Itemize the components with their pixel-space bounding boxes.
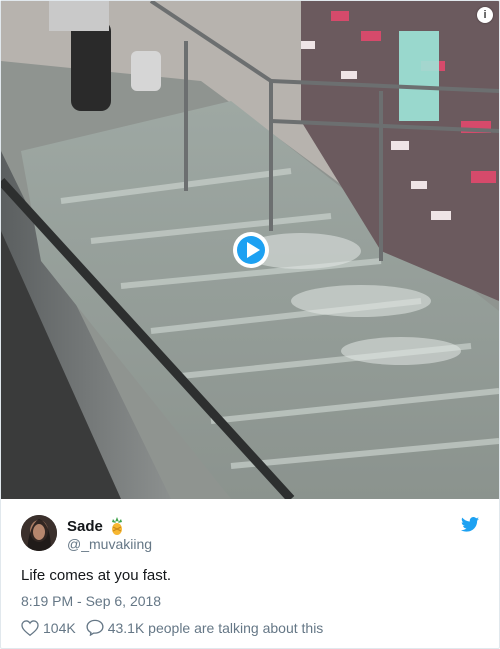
- play-icon[interactable]: [231, 230, 271, 270]
- speech-bubble-icon: [86, 619, 104, 636]
- heart-icon: [21, 619, 39, 636]
- tweet-actions: 104K 43.1K people are talking about this: [21, 619, 333, 636]
- reply-button[interactable]: 43.1K people are talking about this: [86, 619, 324, 636]
- video-player[interactable]: i: [1, 1, 499, 499]
- avatar[interactable]: [21, 515, 57, 551]
- handle[interactable]: @_muvakiing: [67, 536, 152, 552]
- like-button[interactable]: 104K: [21, 620, 76, 636]
- display-name[interactable]: Sade: [67, 518, 103, 535]
- talking-about-label: 43.1K people are talking about this: [107, 619, 324, 636]
- twitter-bird-icon[interactable]: [461, 517, 479, 532]
- tweet-body: Sade @_muvakiing Life comes at you fast.…: [1, 499, 499, 648]
- info-icon[interactable]: i: [477, 7, 493, 23]
- pineapple-icon: [111, 517, 122, 535]
- embedded-tweet: i Sade @_muvakiing Life comes at you fas…: [0, 0, 500, 649]
- timestamp[interactable]: 8:19 PM - Sep 6, 2018: [21, 593, 161, 609]
- like-count: 104K: [43, 619, 76, 636]
- author-row: Sade: [67, 517, 125, 535]
- tweet-text: Life comes at you fast.: [21, 567, 172, 584]
